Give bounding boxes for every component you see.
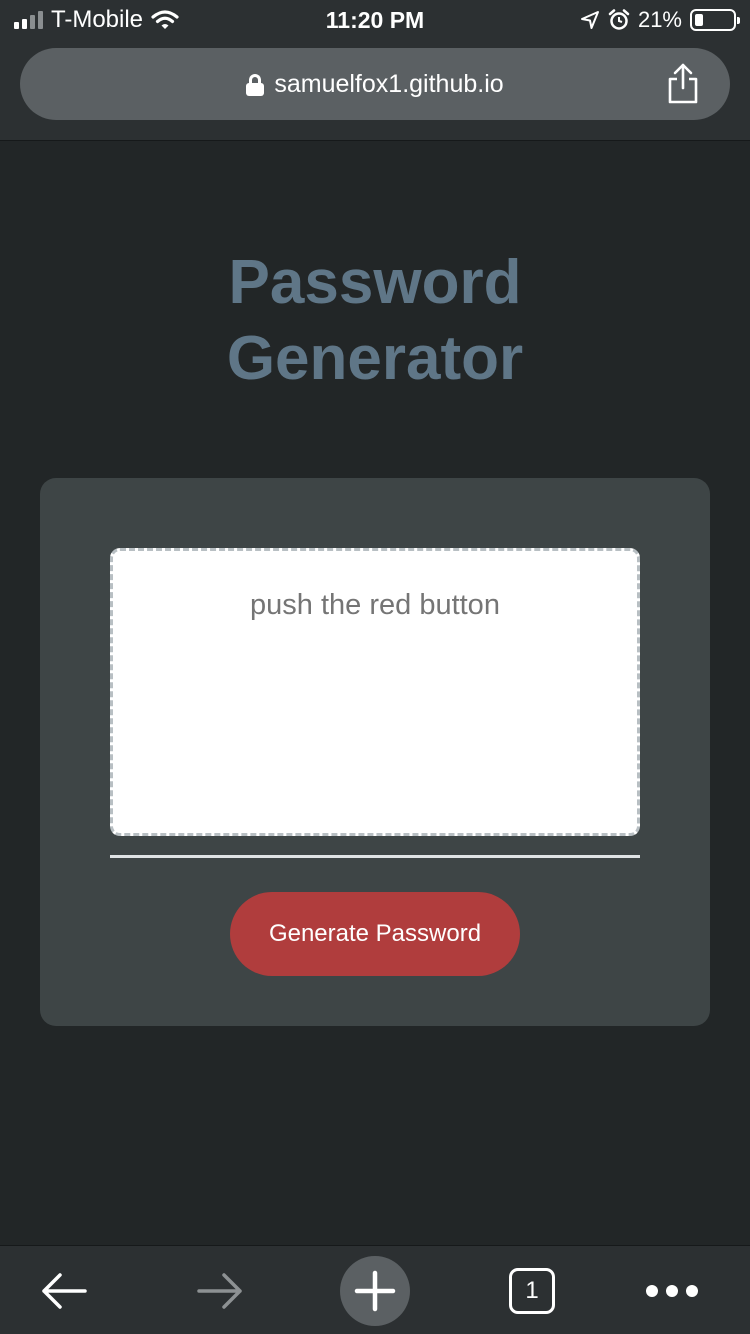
browser-bottom-toolbar: 1 xyxy=(0,1245,750,1334)
share-icon[interactable] xyxy=(666,62,700,106)
more-options-button[interactable] xyxy=(632,1246,712,1334)
tabs-button[interactable]: 1 xyxy=(492,1246,572,1334)
back-arrow-icon xyxy=(42,1272,87,1309)
new-tab-plus-icon xyxy=(340,1255,410,1326)
url-text[interactable]: samuelfox1.github.io xyxy=(274,70,503,99)
status-right: 21% xyxy=(580,0,740,40)
tab-count: 1 xyxy=(525,1276,539,1304)
forward-arrow-icon xyxy=(197,1272,242,1309)
forward-button[interactable] xyxy=(180,1246,260,1334)
back-button[interactable] xyxy=(24,1246,104,1334)
battery-percent: 21% xyxy=(637,7,682,32)
status-bar: T-Mobile 11:20 PM 21% xyxy=(0,0,750,40)
password-textarea[interactable] xyxy=(110,548,640,836)
generator-card: Generate Password xyxy=(40,478,710,1026)
lock-icon xyxy=(246,74,265,96)
page-title-line2: Generator xyxy=(226,324,524,393)
generate-password-button[interactable]: Generate Password xyxy=(230,892,520,976)
page-title: Password Generator xyxy=(0,245,750,397)
page-title-line1: Password xyxy=(228,248,522,317)
address-bar[interactable]: samuelfox1.github.io xyxy=(20,48,730,120)
alarm-icon xyxy=(608,9,630,30)
more-options-icon xyxy=(646,1284,698,1297)
battery-icon xyxy=(690,9,740,31)
new-tab-button[interactable] xyxy=(335,1246,415,1334)
browser-address-area: samuelfox1.github.io xyxy=(0,40,750,141)
card-divider xyxy=(110,855,640,858)
location-icon xyxy=(580,11,599,29)
tabs-icon: 1 xyxy=(509,1267,555,1314)
